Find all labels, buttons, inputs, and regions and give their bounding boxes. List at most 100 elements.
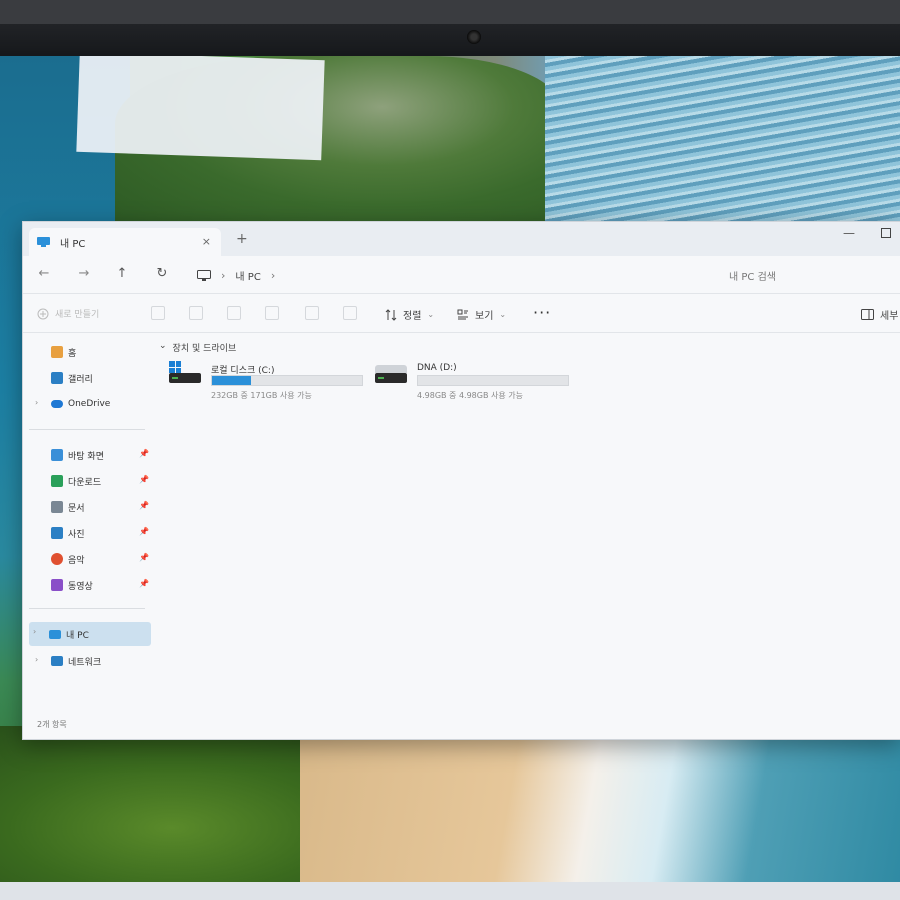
pc-icon bbox=[37, 237, 50, 247]
sidebar-item-gallery[interactable]: 갤러리 bbox=[31, 367, 151, 389]
sidebar-item-home[interactable]: 홈 bbox=[31, 341, 151, 363]
up-button[interactable]: ↑ bbox=[113, 266, 131, 281]
sidebar-item-pictures[interactable]: 사진 📌 bbox=[31, 522, 151, 544]
file-explorer-window: 내 PC × + — ← → ↑ ↻ › 내 PC › 내 PC 검색 새로 만… bbox=[22, 221, 900, 740]
search-placeholder: 내 PC 검색 bbox=[729, 271, 776, 283]
status-item-count: 2개 항목 bbox=[37, 720, 67, 729]
forward-button[interactable]: → bbox=[75, 266, 93, 281]
view-label: 보기 bbox=[475, 311, 494, 322]
pin-icon: 📌 bbox=[139, 553, 149, 562]
pc-icon bbox=[49, 629, 61, 639]
network-icon bbox=[51, 656, 63, 666]
details-pane-button[interactable]: 세부 bbox=[861, 307, 898, 322]
monitor-icon bbox=[197, 269, 211, 281]
sidebar-item-label: 네트워크 bbox=[68, 657, 102, 668]
close-tab-icon[interactable]: × bbox=[202, 235, 211, 248]
new-button[interactable]: 새로 만들기 bbox=[37, 307, 99, 320]
breadcrumb[interactable]: › 내 PC › bbox=[197, 265, 275, 285]
wallpaper-sea-right bbox=[545, 56, 900, 226]
drive-space-info: 232GB 중 171GB 사용 가능 bbox=[211, 391, 312, 400]
chevron-down-icon[interactable]: ⌄ bbox=[159, 341, 167, 354]
cut-icon[interactable] bbox=[151, 306, 165, 320]
share-icon[interactable] bbox=[305, 306, 319, 320]
sidebar-item-music[interactable]: 음악 📌 bbox=[31, 548, 151, 570]
sidebar-item-label: 갤러리 bbox=[68, 374, 93, 385]
sidebar-item-label: 문서 bbox=[68, 503, 85, 514]
title-bar: 내 PC × + — bbox=[23, 222, 900, 256]
taskbar bbox=[0, 882, 900, 900]
sidebar-item-this-pc[interactable]: › 내 PC bbox=[29, 622, 151, 646]
maximize-button[interactable] bbox=[881, 228, 891, 238]
new-button-label: 새로 만들기 bbox=[55, 310, 100, 320]
sidebar-item-desktop[interactable]: 바탕 화면 📌 bbox=[31, 444, 151, 466]
download-icon bbox=[51, 475, 63, 487]
sort-button[interactable]: 정렬 ⌄ bbox=[385, 307, 434, 322]
view-button[interactable]: 보기 ⌄ bbox=[457, 307, 506, 322]
drive-space-info: 4.98GB 중 4.98GB 사용 가능 bbox=[417, 391, 523, 400]
sort-label: 정렬 bbox=[403, 311, 422, 322]
content-area: ⌄ 장치 및 드라이브 로컬 디스크 (C:) 232GB 중 171GB 사용… bbox=[155, 333, 900, 719]
view-icon bbox=[457, 309, 468, 319]
documents-icon bbox=[51, 501, 63, 513]
pictures-icon bbox=[51, 527, 63, 539]
windows-logo-icon bbox=[169, 361, 181, 373]
sidebar-item-onedrive[interactable]: › OneDrive bbox=[31, 393, 151, 415]
drive-top-icon bbox=[375, 365, 407, 373]
drive-name: DNA (D:) bbox=[417, 363, 457, 373]
minimize-button[interactable]: — bbox=[843, 226, 855, 240]
chevron-right-icon: › bbox=[221, 268, 226, 282]
sidebar-item-downloads[interactable]: 다운로드 📌 bbox=[31, 470, 151, 492]
drive-usage-bar bbox=[417, 375, 569, 386]
music-icon bbox=[51, 553, 63, 565]
pin-icon: 📌 bbox=[139, 527, 149, 536]
chevron-right-icon: › bbox=[270, 268, 276, 282]
tab-this-pc[interactable]: 내 PC × bbox=[29, 228, 221, 256]
pin-icon: 📌 bbox=[139, 449, 149, 458]
sidebar-item-documents[interactable]: 문서 📌 bbox=[31, 496, 151, 518]
navigation-pane: 홈 갤러리 › OneDrive 바탕 화면 📌 다운로드 📌 문서 📌 사진 … bbox=[23, 333, 155, 719]
drive-d[interactable]: DNA (D:) 4.98GB 중 4.98GB 사용 가능 bbox=[361, 359, 571, 403]
pin-icon: 📌 bbox=[139, 579, 149, 588]
chevron-right-icon[interactable]: › bbox=[33, 627, 36, 636]
gallery-icon bbox=[51, 372, 63, 384]
desktop-icon bbox=[51, 449, 63, 461]
chevron-right-icon[interactable]: › bbox=[35, 398, 38, 407]
details-label: 세부 bbox=[880, 311, 899, 322]
wallpaper-beach bbox=[300, 736, 900, 890]
delete-icon[interactable] bbox=[343, 306, 357, 320]
rename-icon[interactable] bbox=[265, 306, 279, 320]
sidebar-divider bbox=[29, 608, 145, 609]
sidebar-item-label: 음악 bbox=[68, 555, 85, 566]
sidebar-item-label: OneDrive bbox=[68, 399, 111, 409]
navigation-bar: ← → ↑ ↻ › 내 PC › 내 PC 검색 bbox=[23, 256, 900, 294]
section-title: 장치 및 드라이브 bbox=[172, 344, 237, 354]
drive-icon bbox=[375, 373, 407, 383]
paste-icon[interactable] bbox=[227, 306, 241, 320]
drive-usage-bar bbox=[211, 375, 363, 386]
bezel-edge bbox=[0, 0, 900, 24]
copy-icon[interactable] bbox=[189, 306, 203, 320]
sidebar-item-label: 다운로드 bbox=[68, 477, 102, 488]
sidebar-item-network[interactable]: › 네트워크 bbox=[31, 650, 151, 672]
drive-usage-fill bbox=[212, 376, 251, 385]
pin-icon: 📌 bbox=[139, 501, 149, 510]
section-header-devices[interactable]: ⌄ 장치 및 드라이브 bbox=[159, 341, 236, 354]
back-button[interactable]: ← bbox=[35, 266, 53, 281]
screen-sticker bbox=[76, 56, 325, 161]
sidebar-item-label: 동영상 bbox=[68, 581, 93, 592]
sidebar-divider bbox=[29, 429, 145, 430]
sidebar-item-label: 홈 bbox=[68, 348, 77, 359]
sidebar-item-videos[interactable]: 동영상 📌 bbox=[31, 574, 151, 596]
plus-circle-icon bbox=[37, 308, 49, 319]
command-bar: 새로 만들기 정렬 ⌄ 보기 ⌄ ··· 세부 bbox=[23, 295, 900, 333]
drive-c[interactable]: 로컬 디스크 (C:) 232GB 중 171GB 사용 가능 bbox=[155, 359, 365, 403]
sort-icon bbox=[385, 308, 397, 321]
search-input[interactable]: 내 PC 검색 bbox=[703, 264, 900, 286]
tab-title: 내 PC bbox=[60, 238, 86, 250]
breadcrumb-item-this-pc[interactable]: 내 PC bbox=[235, 268, 260, 283]
webcam bbox=[467, 30, 481, 44]
refresh-button[interactable]: ↻ bbox=[153, 266, 171, 281]
more-options-button[interactable]: ··· bbox=[533, 303, 551, 322]
chevron-right-icon[interactable]: › bbox=[35, 655, 38, 664]
new-tab-button[interactable]: + bbox=[236, 231, 248, 247]
